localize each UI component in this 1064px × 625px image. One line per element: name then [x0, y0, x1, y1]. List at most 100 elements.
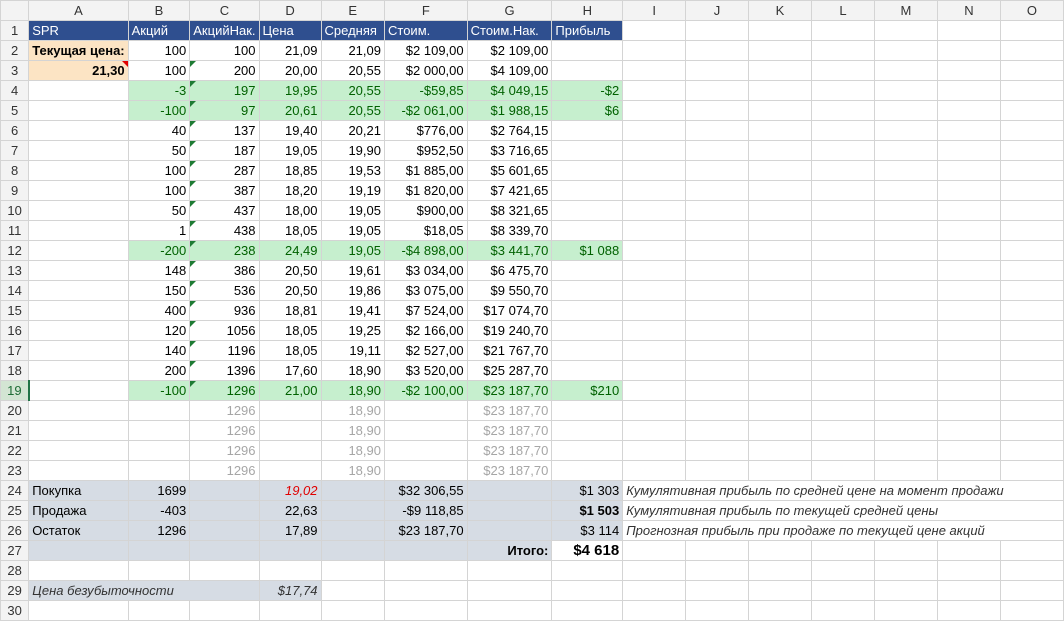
- cell[interactable]: [622, 460, 687, 481]
- cell[interactable]: [748, 160, 812, 181]
- column-header-i[interactable]: I: [622, 0, 687, 21]
- total-value[interactable]: $4 618: [551, 540, 624, 561]
- profit-cell[interactable]: [551, 220, 624, 241]
- column-header-o[interactable]: O: [999, 0, 1064, 21]
- cell[interactable]: [748, 120, 812, 141]
- cell[interactable]: [748, 140, 812, 161]
- cell[interactable]: [551, 560, 624, 581]
- cell[interactable]: [810, 120, 875, 141]
- spreadsheet-grid[interactable]: A B C D E F G H I J K L M N O 1 SPR Акци…: [0, 0, 1064, 625]
- cell[interactable]: [320, 500, 386, 521]
- row-header[interactable]: 19: [0, 380, 30, 401]
- cell[interactable]: [873, 80, 938, 101]
- cell[interactable]: [999, 260, 1064, 281]
- profit-cell[interactable]: $6: [551, 100, 624, 121]
- cell[interactable]: [999, 560, 1064, 581]
- cell[interactable]: [622, 580, 687, 601]
- cost-cell[interactable]: [384, 400, 468, 421]
- profit-cell[interactable]: [551, 420, 624, 441]
- row-header[interactable]: 7: [0, 140, 30, 161]
- shares-cell[interactable]: 148: [127, 260, 191, 281]
- row-header[interactable]: 15: [0, 300, 30, 321]
- shares-cell[interactable]: 50: [127, 200, 191, 221]
- cell[interactable]: [936, 600, 1001, 621]
- price-cell[interactable]: 19,95: [258, 80, 322, 101]
- shares-cell[interactable]: 50: [127, 140, 191, 161]
- cell[interactable]: [189, 600, 260, 621]
- price-cell[interactable]: 17,60: [258, 360, 322, 381]
- cell[interactable]: [810, 600, 875, 621]
- profit-cell[interactable]: [551, 440, 624, 461]
- row-header[interactable]: 20: [0, 400, 30, 421]
- cell[interactable]: [28, 600, 129, 621]
- cell[interactable]: [999, 280, 1064, 301]
- cell[interactable]: [685, 360, 749, 381]
- cum-shares-cell[interactable]: 1396: [189, 360, 260, 381]
- column-header-n[interactable]: N: [936, 0, 1001, 21]
- shares-cell[interactable]: 400: [127, 300, 191, 321]
- cell[interactable]: [127, 540, 191, 561]
- cell[interactable]: [748, 220, 812, 241]
- shares-cell[interactable]: 100: [127, 160, 191, 181]
- cell[interactable]: [748, 240, 812, 261]
- price-cell[interactable]: 21,09: [258, 40, 322, 61]
- cell[interactable]: [748, 100, 812, 121]
- row-header[interactable]: 17: [0, 340, 30, 361]
- row-header[interactable]: 30: [0, 600, 30, 621]
- cell[interactable]: [258, 560, 322, 581]
- profit-cell[interactable]: [551, 400, 624, 421]
- cell[interactable]: [936, 400, 1001, 421]
- summary-profit[interactable]: $1 303: [551, 480, 624, 501]
- cell[interactable]: [28, 540, 129, 561]
- cell[interactable]: [685, 240, 749, 261]
- cum-cost-cell[interactable]: $4 049,15: [466, 80, 553, 101]
- cell[interactable]: [999, 60, 1064, 81]
- cell[interactable]: [936, 560, 1001, 581]
- cell[interactable]: [873, 600, 938, 621]
- cell[interactable]: [28, 280, 129, 301]
- cum-cost-cell[interactable]: $3 441,70: [466, 240, 553, 261]
- cell[interactable]: [685, 120, 749, 141]
- column-header-f[interactable]: F: [384, 0, 468, 21]
- cell[interactable]: [685, 220, 749, 241]
- cell[interactable]: [685, 160, 749, 181]
- cum-shares-cell[interactable]: 437: [189, 200, 260, 221]
- shares-cell[interactable]: 140: [127, 340, 191, 361]
- cell[interactable]: [936, 100, 1001, 121]
- average-cell[interactable]: 20,55: [320, 60, 386, 81]
- column-header-k[interactable]: K: [748, 0, 812, 21]
- cum-cost-cell[interactable]: $7 421,65: [466, 180, 553, 201]
- summary-price[interactable]: 19,02: [258, 480, 322, 501]
- shares-cell[interactable]: [127, 440, 191, 461]
- cell[interactable]: [873, 420, 938, 441]
- cost-cell[interactable]: $2 000,00: [384, 60, 468, 81]
- cell[interactable]: [936, 340, 1001, 361]
- cell[interactable]: [466, 560, 553, 581]
- cell[interactable]: [384, 600, 468, 621]
- cum-cost-cell[interactable]: $19 240,70: [466, 320, 553, 341]
- cell[interactable]: [685, 400, 749, 421]
- header-cell-e[interactable]: Средняя: [320, 20, 386, 41]
- shares-cell[interactable]: 1: [127, 220, 191, 241]
- cost-cell[interactable]: $2 527,00: [384, 340, 468, 361]
- cell[interactable]: [873, 560, 938, 581]
- price-cell[interactable]: 18,05: [258, 340, 322, 361]
- average-cell[interactable]: 19,90: [320, 140, 386, 161]
- cost-cell[interactable]: $2 166,00: [384, 320, 468, 341]
- cell[interactable]: [28, 560, 129, 581]
- cell[interactable]: [685, 560, 749, 581]
- cell[interactable]: [748, 180, 812, 201]
- profit-cell[interactable]: [551, 120, 624, 141]
- cell[interactable]: [622, 340, 687, 361]
- cell[interactable]: [936, 20, 1001, 41]
- summary-note[interactable]: Кумулятивная прибыль по средней цене на …: [622, 480, 1064, 501]
- cell[interactable]: [320, 540, 386, 561]
- cell[interactable]: [189, 560, 260, 581]
- cell[interactable]: [551, 580, 624, 601]
- cell[interactable]: [748, 40, 812, 61]
- shares-cell[interactable]: [127, 400, 191, 421]
- cell[interactable]: [810, 200, 875, 221]
- row-header[interactable]: 12: [0, 240, 30, 261]
- cell[interactable]: [466, 480, 553, 501]
- cum-shares-cell[interactable]: 1296: [189, 460, 260, 481]
